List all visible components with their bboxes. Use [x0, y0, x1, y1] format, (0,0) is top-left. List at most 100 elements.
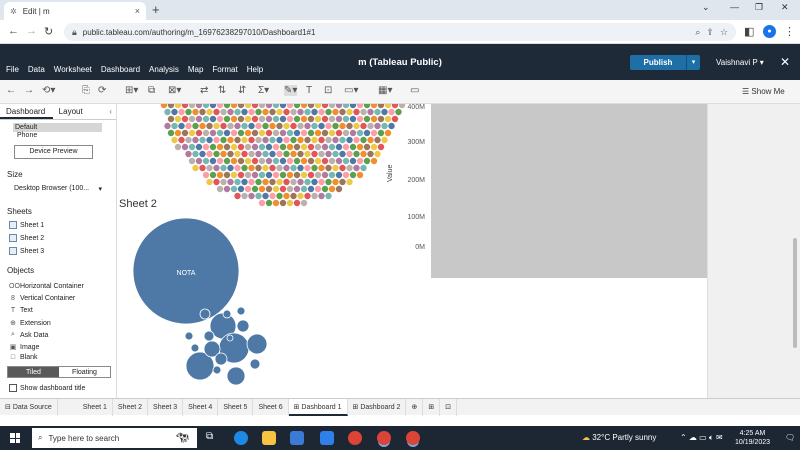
bubble-mark[interactable] [388, 108, 395, 116]
bubble-mark[interactable] [223, 143, 231, 151]
bubble-mark[interactable] [311, 192, 318, 200]
bubble-mark[interactable] [374, 108, 381, 116]
bubble-mark[interactable] [206, 108, 213, 116]
bubble-mark[interactable] [272, 157, 280, 165]
bubble-mark[interactable] [311, 150, 318, 158]
more-menu-icon[interactable]: ⋮ [784, 25, 795, 38]
bubble-mark[interactable] [363, 143, 371, 151]
bubble-mark[interactable] [356, 171, 364, 179]
bubble-mark[interactable] [339, 108, 346, 116]
bubble-mark[interactable] [360, 150, 367, 158]
bubble-mark[interactable] [321, 143, 329, 151]
bubble-mark[interactable] [356, 129, 364, 137]
bubble-mark[interactable] [185, 136, 192, 144]
tab-sheet-1[interactable]: Sheet 1 [78, 398, 113, 416]
bubble-mark[interactable] [251, 104, 259, 109]
bubble-mark[interactable] [213, 178, 220, 186]
bubble-mark[interactable] [290, 164, 297, 172]
system-tray-icons[interactable]: ⌃ ☁ ▭ 🔈︎ ✉ [680, 433, 723, 443]
bubble-mark[interactable] [237, 143, 245, 151]
floating-button[interactable]: Floating [59, 367, 110, 377]
bubble-mark[interactable] [265, 199, 273, 207]
bubble-mark[interactable] [346, 164, 353, 172]
bubble-mark[interactable] [241, 150, 248, 158]
bubble-mark[interactable] [230, 104, 238, 109]
bubble-mark[interactable] [304, 136, 311, 144]
bubble-mark[interactable] [314, 143, 322, 151]
bubble-mark[interactable] [192, 150, 199, 158]
bubble-mark[interactable] [293, 199, 301, 207]
bubble-mark[interactable] [269, 178, 276, 186]
bubble-mark[interactable] [209, 143, 217, 151]
bubble-mark[interactable] [356, 104, 364, 109]
bubble-mark[interactable] [307, 171, 315, 179]
bubble-mark[interactable] [384, 129, 392, 137]
bubble-mark[interactable] [370, 129, 378, 137]
bubble-mark[interactable] [223, 171, 231, 179]
bubble-mark[interactable] [346, 136, 353, 144]
bubble-mark[interactable] [255, 150, 262, 158]
sheet-item-1[interactable]: Sheet 1 [9, 221, 44, 229]
bubble-mark[interactable] [290, 150, 297, 158]
new-datasource-icon[interactable]: ⎘ [82, 85, 90, 96]
taskbar-search-box[interactable]: ⌕ Type here to search 🐄︎ [32, 428, 197, 448]
sidebar-icon[interactable]: ◧ [744, 25, 754, 38]
bubble-mark[interactable] [360, 136, 367, 144]
bubble-mark[interactable] [185, 122, 192, 130]
bubble-mark[interactable] [318, 192, 325, 200]
bubble-mark[interactable] [209, 104, 217, 109]
bubble-mark[interactable] [258, 104, 266, 109]
bubble-mark[interactable] [164, 108, 171, 116]
bubble-mark[interactable] [171, 136, 178, 144]
bubble-mark[interactable] [188, 157, 196, 165]
bubble-mark[interactable] [237, 104, 245, 109]
bubble-mark[interactable] [167, 104, 175, 109]
tab-sheet-4[interactable]: Sheet 4 [183, 398, 219, 416]
bubble-mark[interactable] [314, 129, 322, 137]
notification-icon[interactable]: 🗨︎ [785, 433, 795, 442]
fix-axes-icon[interactable]: ▦▾ [378, 85, 392, 96]
bubble-mark[interactable] [248, 164, 255, 172]
bubble-mark[interactable] [272, 115, 280, 123]
bubble-mark[interactable] [234, 122, 241, 130]
bubble-mark[interactable] [258, 199, 266, 207]
device-phone[interactable]: Phone [17, 132, 37, 139]
bubble-mark[interactable] [335, 185, 343, 193]
bubble-mark[interactable] [381, 122, 388, 130]
publish-dropdown-icon[interactable]: ▾ [686, 55, 700, 70]
bubble-mark[interactable] [230, 171, 238, 179]
bubble-mark[interactable] [188, 104, 196, 109]
bubble-mark[interactable] [262, 108, 269, 116]
tab-dashboard-2[interactable]: ⊞ Dashboard 2 [348, 398, 407, 416]
bubble-mark[interactable] [339, 164, 346, 172]
bubble-mark[interactable] [360, 122, 367, 130]
bubble-mark[interactable] [290, 178, 297, 186]
bubble-mark[interactable] [216, 129, 224, 137]
bubble-mark[interactable] [314, 185, 322, 193]
bubble-mark[interactable] [262, 150, 269, 158]
bubble-mark[interactable] [223, 104, 231, 109]
bubble-mark[interactable] [272, 143, 280, 151]
bubble-mark[interactable] [342, 115, 350, 123]
bubble-mark[interactable] [206, 150, 213, 158]
bubble-mark[interactable] [248, 178, 255, 186]
bubble-mark[interactable] [297, 108, 304, 116]
share-icon[interactable]: ⇪ [706, 27, 714, 38]
bubble-mark[interactable] [367, 122, 374, 130]
bubble-mark[interactable] [370, 157, 378, 165]
tooltip-icon[interactable]: ▭ [410, 85, 419, 96]
tab-search-icon[interactable]: ⌄ [702, 2, 710, 13]
bubble-mark[interactable] [248, 150, 255, 158]
bubble-mark[interactable] [216, 171, 224, 179]
bubble-mark[interactable] [311, 164, 318, 172]
address-bar[interactable]: 🔒︎ public.tableau.com/authoring/m_169762… [64, 23, 736, 41]
bubble-mark[interactable] [367, 108, 374, 116]
bubble-mark[interactable] [222, 309, 232, 319]
bubble-mark[interactable] [286, 199, 294, 207]
bubble-mark[interactable] [216, 157, 224, 165]
bubble-mark[interactable] [314, 157, 322, 165]
minimize-icon[interactable]: — [730, 2, 739, 12]
bubble-mark[interactable] [248, 192, 255, 200]
close-window-icon[interactable]: ✕ [781, 2, 789, 13]
bubble-mark[interactable] [325, 150, 332, 158]
